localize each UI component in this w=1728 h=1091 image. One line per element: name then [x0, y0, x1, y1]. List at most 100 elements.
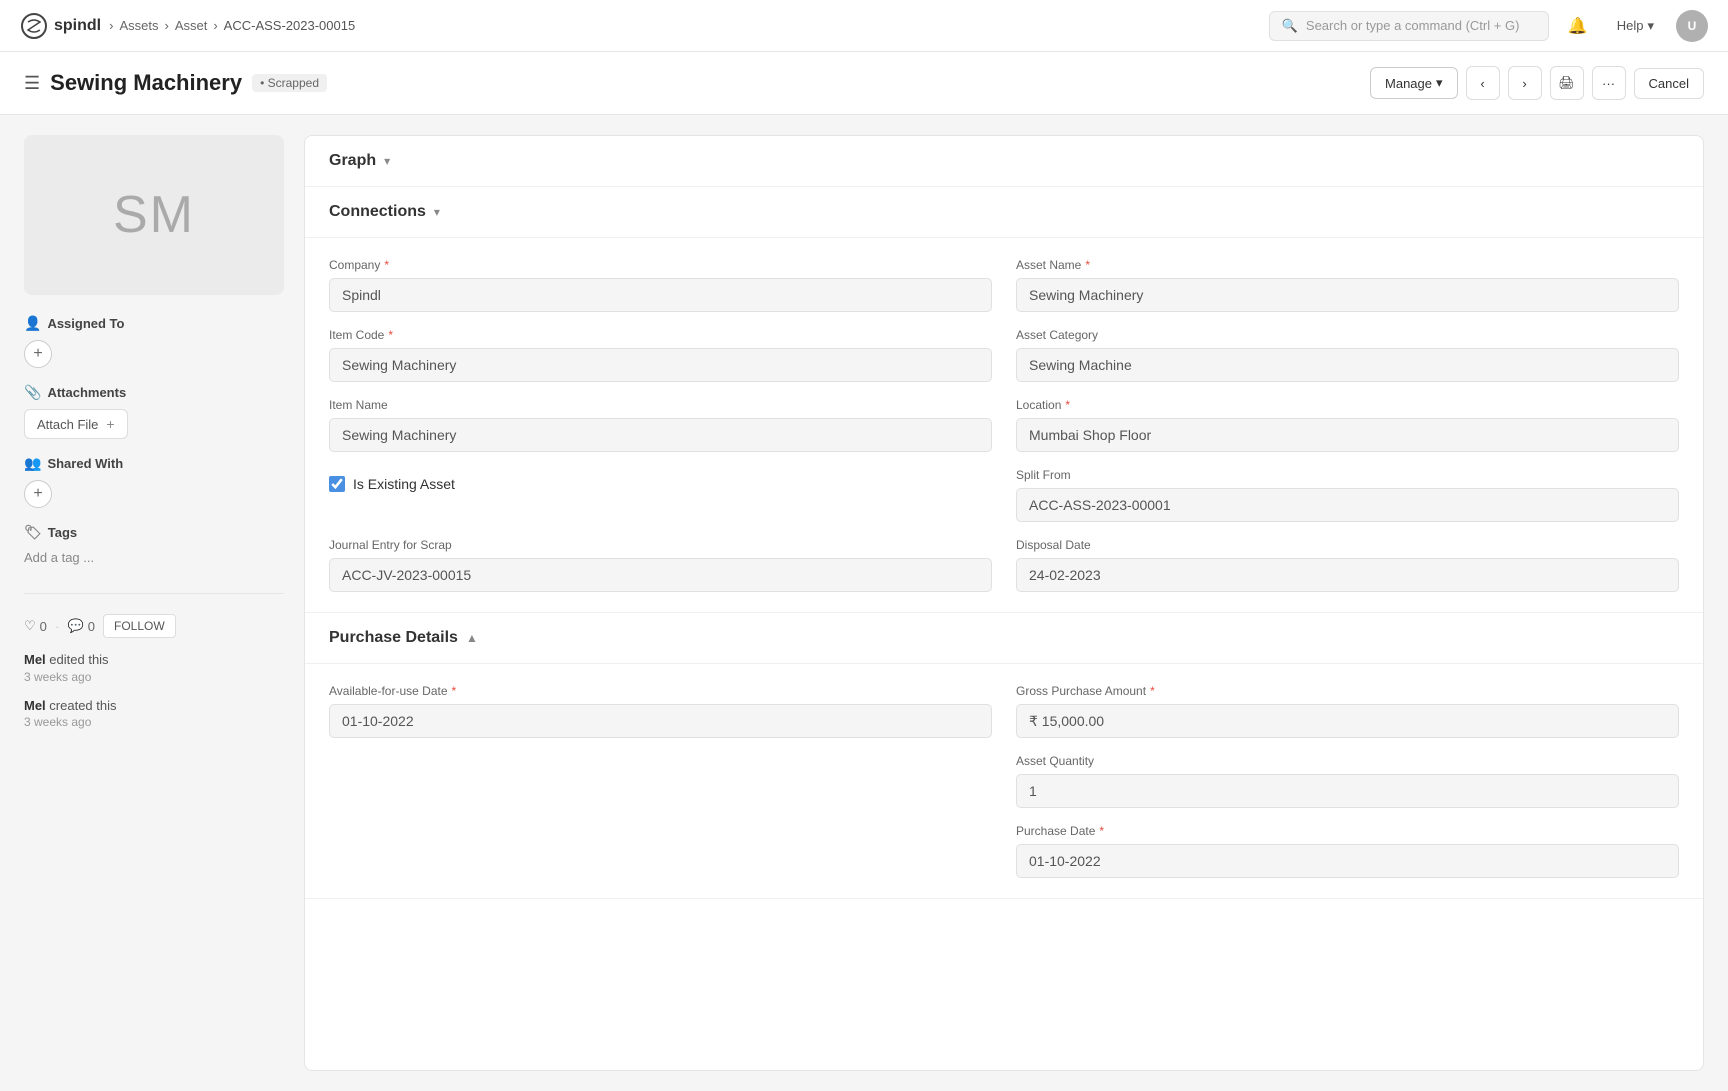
split-from-group: Split From: [1016, 468, 1679, 522]
status-badge: • Scrapped: [252, 74, 327, 92]
help-label: Help: [1617, 18, 1644, 33]
purchase-details-section-header[interactable]: Purchase Details ▲: [305, 613, 1703, 664]
asset-quantity-group: Asset Quantity: [1016, 754, 1679, 808]
sidebar-toggle-icon[interactable]: ☰: [24, 73, 40, 94]
gross-purchase-required: *: [1150, 684, 1155, 698]
page-header: ☰ Sewing Machinery • Scrapped Manage ▾ ‹…: [0, 52, 1728, 115]
is-existing-asset-row: Is Existing Asset: [329, 468, 992, 500]
chevron-left-icon: ‹: [1480, 76, 1484, 91]
graph-section-title: Graph: [329, 152, 376, 170]
activity-actions: ♡ 0 · 💬 0 FOLLOW: [24, 614, 284, 638]
manage-button[interactable]: Manage ▾: [1370, 67, 1458, 99]
logo-text: spindl: [54, 17, 101, 35]
activity-action-2: created this: [49, 698, 116, 713]
tag-icon: 🏷: [24, 524, 42, 541]
share-icon: 👥: [24, 455, 41, 472]
is-existing-asset-label: Is Existing Asset: [353, 476, 455, 492]
available-date-input[interactable]: [329, 704, 992, 738]
chevron-down-icon: ▾: [1647, 18, 1654, 34]
logo[interactable]: spindl: [20, 12, 101, 40]
sidebar-divider: [24, 593, 284, 594]
gross-purchase-group: Gross Purchase Amount *: [1016, 684, 1679, 738]
activity-item-1: Mel edited this 3 weeks ago: [24, 650, 284, 684]
asset-name-required: *: [1085, 258, 1090, 272]
avatar[interactable]: U: [1676, 10, 1708, 42]
activity-item-2: Mel created this 3 weeks ago: [24, 696, 284, 730]
asset-name-label: Asset Name *: [1016, 258, 1679, 272]
search-bar[interactable]: 🔍 Search or type a command (Ctrl + G): [1269, 11, 1549, 41]
print-button[interactable]: 🖨: [1550, 66, 1584, 100]
location-input[interactable]: [1016, 418, 1679, 452]
more-options-button[interactable]: ···: [1592, 66, 1626, 100]
follow-button[interactable]: FOLLOW: [103, 614, 176, 638]
breadcrumb-asset[interactable]: Asset: [175, 18, 208, 33]
nav-left: spindl › Assets › Asset › ACC-ASS-2023-0…: [20, 12, 355, 40]
purchase-details-chevron-icon: ▲: [466, 631, 478, 645]
help-button[interactable]: Help ▾: [1607, 12, 1664, 40]
assigned-to-title: 👤 Assigned To: [24, 315, 284, 332]
purchase-date-input[interactable]: [1016, 844, 1679, 878]
connections-chevron-icon: ▾: [434, 205, 440, 219]
disposal-date-label: Disposal Date: [1016, 538, 1679, 552]
journal-entry-input[interactable]: [329, 558, 992, 592]
breadcrumb-current: ACC-ASS-2023-00015: [224, 18, 356, 33]
tags-label: Tags: [48, 525, 77, 540]
purchase-date-required: *: [1099, 824, 1104, 838]
split-from-input[interactable]: [1016, 488, 1679, 522]
logo-icon: [20, 12, 48, 40]
page-title: Sewing Machinery: [50, 70, 242, 96]
comments-action[interactable]: 💬 0: [68, 618, 95, 634]
breadcrumb-sep3: ›: [213, 18, 217, 33]
empty-grid-cell: [329, 754, 992, 808]
likes-action[interactable]: ♡ 0: [24, 618, 47, 634]
asset-name-input[interactable]: [1016, 278, 1679, 312]
follow-label: FOLLOW: [114, 619, 165, 633]
item-code-input[interactable]: [329, 348, 992, 382]
comment-icon: 💬: [68, 618, 84, 634]
purchase-details-grid: Available-for-use Date * Gross Purchase …: [329, 684, 1679, 878]
manage-chevron-icon: ▾: [1436, 75, 1443, 91]
disposal-date-group: Disposal Date: [1016, 538, 1679, 592]
item-name-input[interactable]: [329, 418, 992, 452]
connections-section-title: Connections: [329, 203, 426, 221]
attachments-label: Attachments: [47, 385, 126, 400]
disposal-date-input[interactable]: [1016, 558, 1679, 592]
avatar-initials: U: [1688, 19, 1697, 33]
shared-with-title: 👥 Shared With: [24, 455, 284, 472]
activity-time-2: 3 weeks ago: [24, 715, 284, 729]
connections-section-header[interactable]: Connections ▾: [305, 187, 1703, 238]
add-assigned-to-button[interactable]: +: [24, 340, 52, 368]
graph-section-header[interactable]: Graph ▾: [305, 136, 1703, 187]
print-icon: 🖨: [1558, 75, 1575, 91]
purchase-date-group: Purchase Date *: [1016, 824, 1679, 878]
asset-category-input[interactable]: [1016, 348, 1679, 382]
company-input[interactable]: [329, 278, 992, 312]
is-existing-asset-checkbox[interactable]: [329, 476, 345, 492]
breadcrumb-assets[interactable]: Assets: [119, 18, 158, 33]
split-from-label: Split From: [1016, 468, 1679, 482]
attach-file-button[interactable]: Attach File +: [24, 409, 128, 439]
dot-separator: ·: [55, 618, 60, 634]
notification-bell-button[interactable]: 🔔: [1561, 9, 1595, 43]
purchase-date-label: Purchase Date *: [1016, 824, 1679, 838]
breadcrumb-sep2: ›: [164, 18, 168, 33]
activity-time-1: 3 weeks ago: [24, 670, 284, 684]
empty-grid-cell-2: [329, 824, 992, 878]
cancel-label: Cancel: [1649, 76, 1689, 91]
tags-title: 🏷 Tags: [24, 524, 284, 541]
connections-grid: Company * Asset Name * Item Co: [329, 258, 1679, 592]
attachments-title: 📎 Attachments: [24, 384, 284, 401]
add-tag-link[interactable]: Add a tag ...: [24, 550, 94, 565]
cancel-button[interactable]: Cancel: [1634, 68, 1704, 99]
location-required: *: [1065, 398, 1070, 412]
gross-purchase-input[interactable]: [1016, 704, 1679, 738]
main-layout: SM 👤 Assigned To + 📎 Attachments Attach …: [0, 115, 1728, 1091]
gross-purchase-label: Gross Purchase Amount *: [1016, 684, 1679, 698]
next-button[interactable]: ›: [1508, 66, 1542, 100]
prev-button[interactable]: ‹: [1466, 66, 1500, 100]
available-date-required: *: [452, 684, 457, 698]
sidebar-avatar-card: SM: [24, 135, 284, 295]
add-shared-with-button[interactable]: +: [24, 480, 52, 508]
asset-quantity-input[interactable]: [1016, 774, 1679, 808]
likes-count: 0: [40, 619, 47, 634]
